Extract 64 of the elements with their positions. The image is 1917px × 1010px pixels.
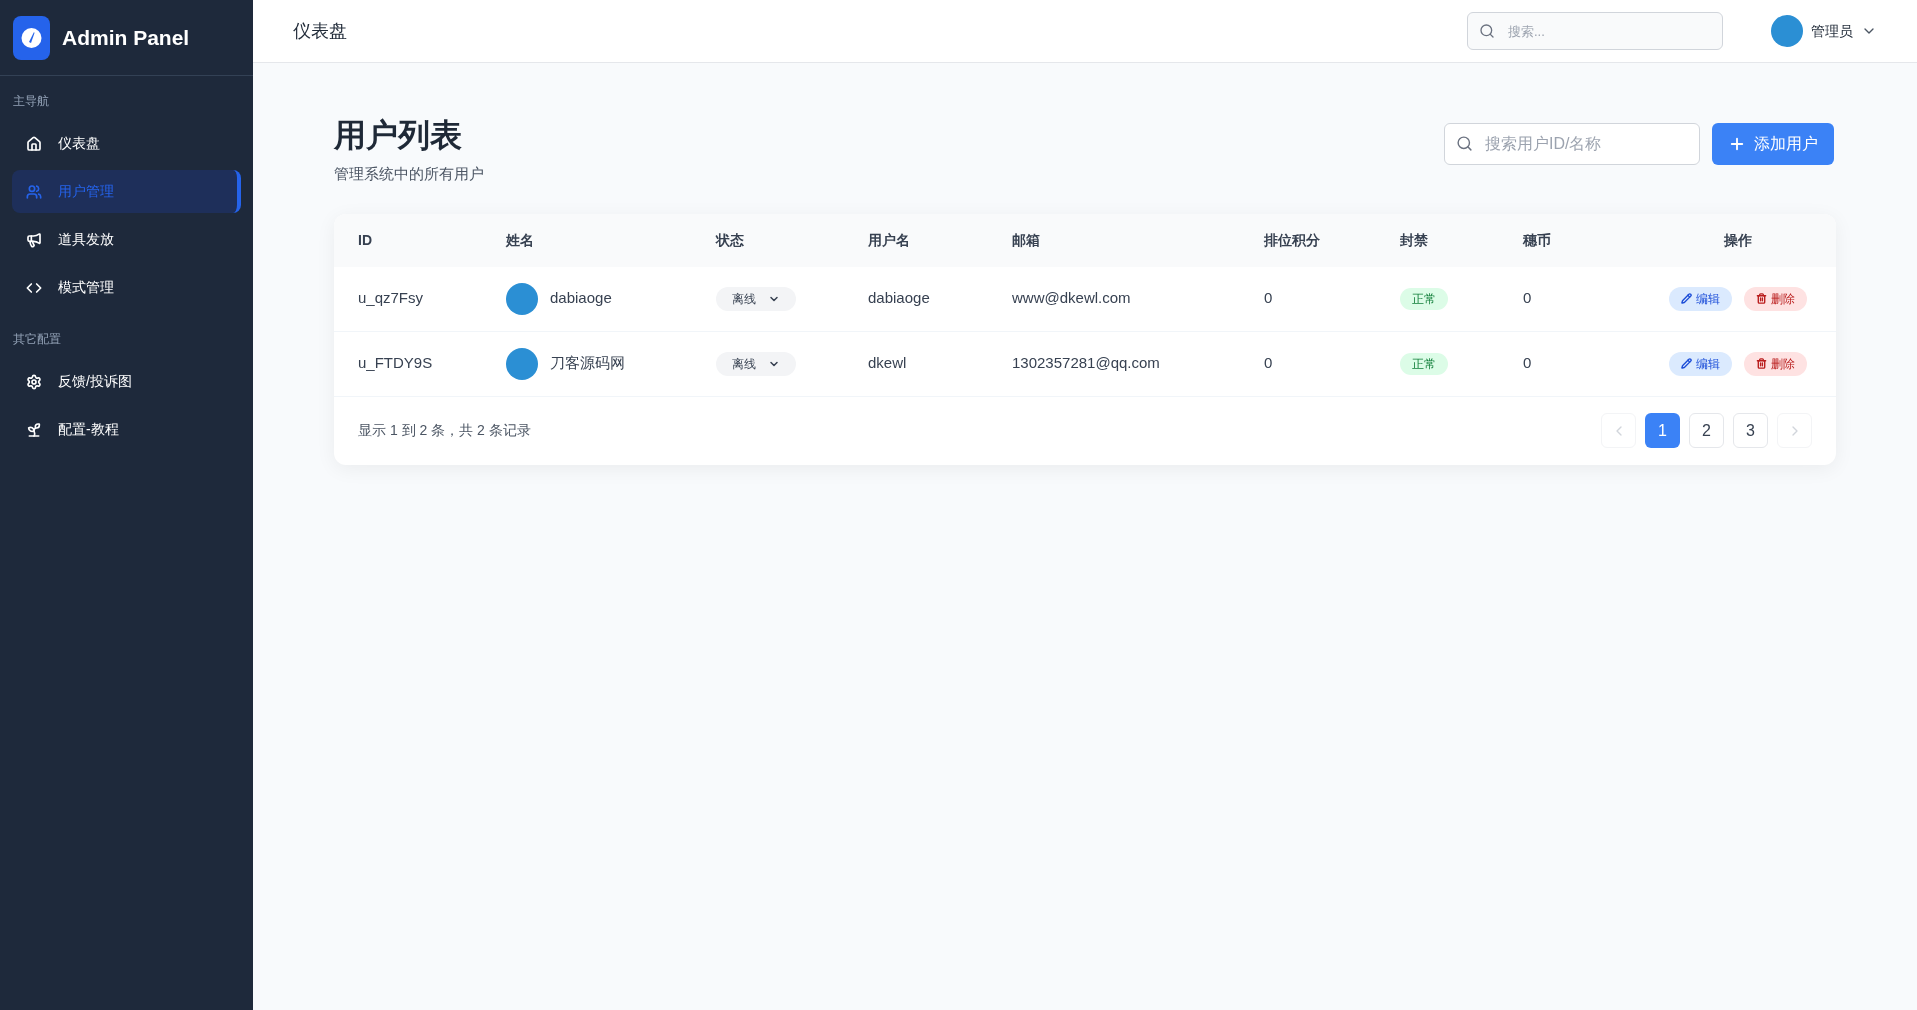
- table-cell-text: dkewl: [868, 353, 907, 374]
- gauge-logo-icon: [13, 15, 50, 60]
- table-cell-text: 0: [1523, 353, 1532, 374]
- column-header: ID: [358, 230, 372, 250]
- table-cell-text: dabiaoge: [868, 288, 930, 309]
- table-cell-text: 1302357281@qq.com: [1012, 353, 1160, 374]
- pencil-icon: [1680, 293, 1692, 304]
- page-title: 用户列表: [334, 116, 463, 155]
- section-label: 主导航: [12, 93, 50, 110]
- page-button[interactable]: 3: [1733, 413, 1768, 448]
- home-icon: [26, 135, 42, 152]
- table-cell-text: u_qz7Fsy: [358, 288, 424, 309]
- column-header: 用户名: [868, 230, 910, 250]
- plus-icon: [1728, 135, 1746, 153]
- page-heading: 仪表盘: [293, 19, 347, 43]
- table-cell-text: u_FTDY9S: [358, 353, 433, 374]
- column-header: 操作: [1723, 230, 1752, 250]
- add-user-button[interactable]: 添加用户: [1712, 123, 1834, 165]
- table-cell-text: www@dkewl.com: [1012, 288, 1131, 309]
- page-subtitle: 管理系统中的所有用户: [334, 164, 484, 184]
- delete-button[interactable]: 删除: [1743, 286, 1807, 311]
- sprout-icon: [26, 421, 42, 438]
- user-search-field[interactable]: 搜索用户ID/名称: [1444, 123, 1700, 165]
- sidebar-item[interactable]: 道具发放: [12, 218, 241, 261]
- users-icon: [26, 183, 42, 200]
- edit-button[interactable]: 编辑: [1668, 286, 1732, 311]
- status-badge: 正常: [1400, 287, 1448, 310]
- status-dropdown[interactable]: 离线: [716, 351, 796, 376]
- sidebar-item[interactable]: 反馈/投诉图: [12, 360, 241, 403]
- app-title: Admin Panel: [62, 24, 190, 51]
- table-cell-text: dabiaoge: [550, 288, 612, 309]
- search-icon: [1456, 135, 1473, 152]
- delete-button[interactable]: 删除: [1743, 351, 1807, 376]
- avatar: [1771, 15, 1803, 47]
- table-cell-text: 0: [1264, 288, 1273, 309]
- trash-icon: [1755, 358, 1767, 369]
- edit-button[interactable]: 编辑: [1668, 351, 1732, 376]
- search-field[interactable]: 搜索...: [1467, 12, 1723, 50]
- settings-icon: [26, 373, 42, 390]
- avatar: [506, 347, 538, 380]
- pagination-summary: 显示 1 到 2 条，共 2 条记录: [358, 421, 531, 440]
- status-badge: 正常: [1400, 352, 1448, 375]
- section-label: 其它配置: [12, 331, 62, 348]
- table-cell-text: 0: [1523, 288, 1532, 309]
- pencil-icon: [1680, 358, 1692, 369]
- trash-icon: [1755, 293, 1767, 304]
- column-header: 邮箱: [1012, 230, 1040, 250]
- user-menu[interactable]: 管理员: [1771, 15, 1877, 47]
- sidebar-item[interactable]: 仪表盘: [12, 122, 241, 165]
- column-header: 排位积分: [1264, 230, 1320, 250]
- search-icon: [1479, 23, 1495, 39]
- table-cell-text: 刀客源码网: [550, 353, 625, 374]
- megaphone-icon: [26, 231, 42, 248]
- avatar: [506, 282, 538, 315]
- page-button[interactable]: 2: [1689, 413, 1724, 448]
- table-cell-text: 0: [1264, 353, 1273, 374]
- column-header: 姓名: [506, 230, 534, 250]
- column-header: 穗币: [1523, 230, 1551, 250]
- sidebar-item[interactable]: 配置-教程: [12, 408, 241, 451]
- sidebar-item[interactable]: 模式管理: [12, 266, 241, 309]
- page-button[interactable]: 1: [1645, 413, 1680, 448]
- column-header: 封禁: [1400, 230, 1428, 250]
- column-header: 状态: [716, 230, 744, 250]
- status-dropdown[interactable]: 离线: [716, 286, 796, 311]
